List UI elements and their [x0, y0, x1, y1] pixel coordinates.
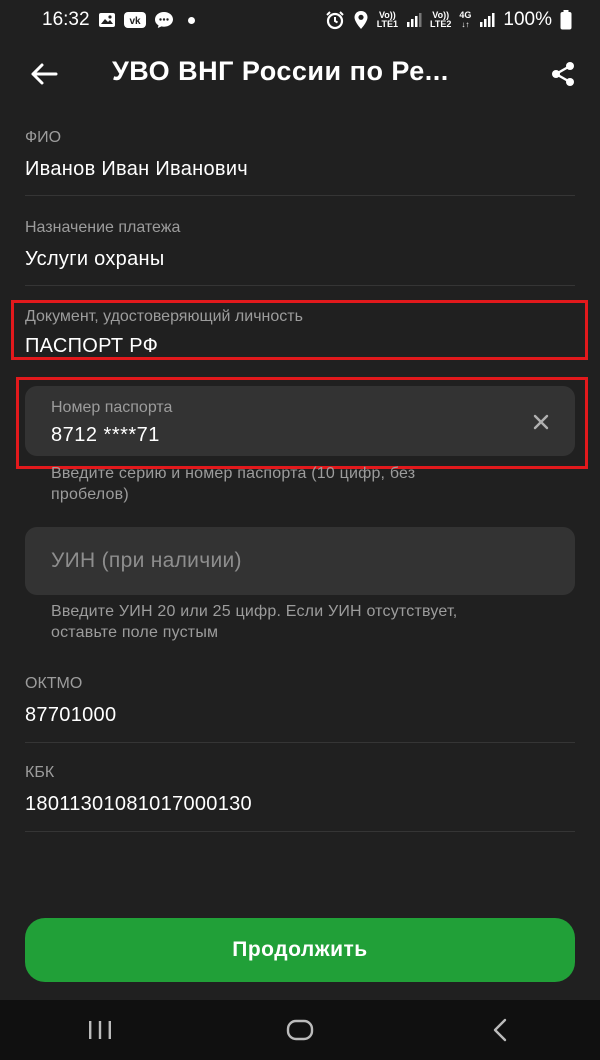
document-field[interactable]: Документ, удостоверяющий личность ПАСПОР… — [25, 307, 575, 359]
uin-input[interactable]: УИН (при наличии) — [25, 527, 575, 595]
back-button[interactable] — [28, 60, 60, 88]
continue-button[interactable]: Продолжить — [25, 918, 575, 982]
passport-hint: Введите серию и номер паспорта (10 цифр,… — [51, 465, 416, 503]
network-type: 4G ↓↑ — [459, 10, 472, 30]
sim1-label: Vo)) LTE1 — [376, 10, 399, 29]
oktmo-field: ОКТМО 87701000 — [25, 674, 575, 728]
share-icon — [552, 62, 574, 86]
nav-back-button[interactable] — [470, 1010, 530, 1050]
battery-percent: 100% — [503, 9, 552, 30]
fio-field: ФИО Иванов Иван Иванович — [25, 128, 575, 182]
system-nav-bar — [0, 1000, 600, 1060]
share-button[interactable] — [546, 58, 580, 90]
divider — [25, 195, 575, 196]
gallery-icon — [98, 12, 116, 28]
home-icon — [286, 1019, 314, 1041]
vk-icon: vk — [123, 12, 146, 28]
recent-apps-icon — [89, 1021, 111, 1039]
status-bar-left: 16:32 vk — [42, 9, 195, 31]
app-bar: УВО ВНГ России по Ре... — [0, 46, 600, 102]
chevron-left-icon — [493, 1018, 507, 1042]
document-label: Документ, удостоверяющий личность — [25, 308, 303, 325]
uin-placeholder: УИН (при наличии) — [51, 549, 242, 572]
kbk-label: КБК — [25, 764, 55, 781]
divider — [25, 742, 575, 743]
oktmo-value: 87701000 — [25, 704, 117, 726]
location-icon — [353, 10, 369, 30]
passport-number-value[interactable]: 8712 ****71 — [51, 424, 160, 447]
purpose-value: Услуги охраны — [25, 248, 165, 270]
uin-hint: Введите УИН 20 или 25 цифр. Если УИН отс… — [51, 603, 458, 641]
status-bar-right: Vo)) LTE1 Vo)) LTE2 4G ↓↑ 100% — [325, 9, 572, 31]
fio-value: Иванов Иван Иванович — [25, 158, 249, 180]
dot-icon — [187, 16, 195, 24]
arrow-left-icon — [31, 63, 58, 85]
signal-icon — [479, 12, 495, 28]
purpose-field: Назначение платежа Услуги охраны — [25, 218, 575, 272]
battery-icon — [560, 10, 572, 30]
status-bar: 16:32 vk Vo)) LTE1 Vo)) LTE2 4G ↓↑ 100% — [0, 0, 600, 40]
fio-label: ФИО — [25, 129, 62, 146]
passport-number-input[interactable]: Номер паспорта 8712 ****71 — [25, 386, 575, 456]
kbk-value: 18011301081017000130 — [25, 793, 252, 815]
divider — [25, 285, 575, 286]
clock: 16:32 — [42, 9, 90, 30]
svg-text:vk: vk — [129, 16, 141, 27]
oktmo-label: ОКТМО — [25, 675, 83, 692]
purpose-label: Назначение платежа — [25, 219, 181, 236]
chat-icon — [154, 11, 174, 29]
alarm-icon — [325, 10, 345, 30]
page-title: УВО ВНГ России по Ре... — [112, 56, 449, 86]
clear-button[interactable] — [529, 410, 553, 434]
close-icon — [533, 414, 549, 430]
kbk-field: КБК 18011301081017000130 — [25, 763, 575, 817]
home-button[interactable] — [270, 1010, 330, 1050]
divider — [25, 831, 575, 832]
signal-icon — [406, 12, 422, 28]
document-value: ПАСПОРТ РФ — [25, 335, 159, 357]
sim2-label: Vo)) LTE2 — [430, 10, 452, 29]
recent-apps-button[interactable] — [70, 1010, 130, 1050]
passport-number-label: Номер паспорта — [51, 399, 173, 416]
